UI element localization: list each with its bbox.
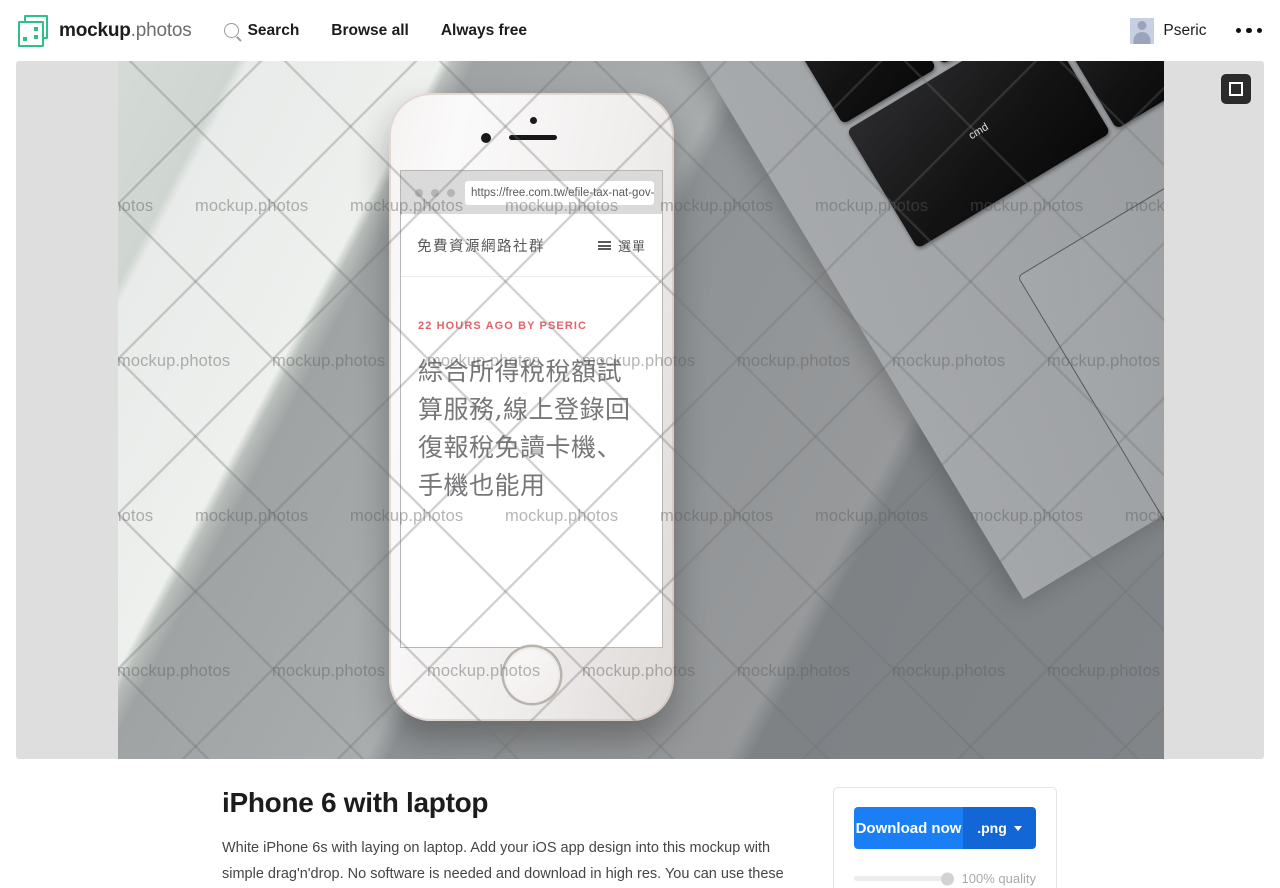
browser-url-bar: https://free.com.tw/efile-tax-nat-gov-tw bbox=[401, 171, 662, 214]
site-header: mockup.photos Search Browse all Always f… bbox=[0, 0, 1280, 61]
mockup-details: iPhone 6 with laptop White iPhone 6s wit… bbox=[0, 759, 1280, 888]
site-menu-label: 選單 bbox=[617, 239, 646, 255]
front-camera-icon bbox=[481, 133, 491, 143]
mockup-info: iPhone 6 with laptop White iPhone 6s wit… bbox=[222, 787, 822, 888]
proximity-sensor-icon bbox=[530, 117, 537, 124]
nav-browse-all[interactable]: Browse all bbox=[315, 22, 425, 40]
site-menu-button: 選單 bbox=[597, 236, 646, 255]
primary-nav: Search Browse all Always free bbox=[216, 22, 543, 40]
brand-name-light: .photos bbox=[130, 19, 192, 41]
download-button-group: Download now .png bbox=[854, 807, 1036, 849]
brand-name-bold: mockup bbox=[59, 19, 131, 41]
chevron-down-icon bbox=[1013, 825, 1022, 831]
ellipsis-dot-3 bbox=[1256, 27, 1262, 34]
nav-search[interactable]: Search bbox=[216, 22, 316, 40]
iphone-home-button bbox=[503, 647, 560, 703]
page-title: iPhone 6 with laptop bbox=[222, 787, 489, 818]
more-options-button[interactable] bbox=[1234, 20, 1265, 42]
mockup-preview-image[interactable]: fn ⇧ ~ A S D F ctrl alt Z X C V B cmd ⌘ bbox=[118, 61, 1164, 759]
user-menu[interactable]: Pseric bbox=[1130, 17, 1207, 44]
mockup-logo-icon bbox=[18, 14, 50, 47]
fullscreen-icon[interactable] bbox=[1221, 74, 1251, 104]
quality-control: 100% quality bbox=[854, 871, 1036, 886]
site-title: 免費資源網路社群 bbox=[417, 238, 545, 255]
preview-stage: fn ⇧ ~ A S D F ctrl alt Z X C V B cmd ⌘ bbox=[16, 61, 1264, 759]
article-headline: 綜合所得稅稅額試算服務,線上登錄回復報稅免讀卡機、手機也能用 bbox=[418, 357, 631, 500]
search-icon bbox=[223, 23, 239, 38]
download-now-button[interactable]: Download now bbox=[854, 807, 963, 849]
window-dot-1 bbox=[415, 188, 423, 197]
mockup-description: White iPhone 6s with laying on laptop. A… bbox=[222, 840, 784, 882]
brand-wordmark: mockup.photos bbox=[59, 20, 192, 42]
iphone-device: https://free.com.tw/efile-tax-nat-gov-tw… bbox=[389, 93, 674, 721]
brand-logo[interactable]: mockup.photos bbox=[18, 14, 192, 47]
format-label: .png bbox=[977, 820, 1007, 836]
download-panel: Download now .png 100% quality bbox=[833, 787, 1057, 888]
ellipsis-dot-1 bbox=[1235, 27, 1241, 34]
header-right-group: Pseric bbox=[1130, 17, 1265, 44]
site-header-bar: 免費資源網路社群 選單 bbox=[401, 214, 662, 277]
iphone-top-bezel bbox=[389, 93, 674, 163]
quality-label: 100% quality bbox=[961, 871, 1036, 886]
ellipsis-dot-2 bbox=[1246, 27, 1252, 34]
quality-slider[interactable] bbox=[854, 872, 954, 885]
window-dot-3 bbox=[447, 188, 455, 197]
article-meta: 22 HOURS AGO BY PSERIC bbox=[418, 320, 588, 332]
hamburger-icon bbox=[597, 240, 611, 250]
earpiece-speaker bbox=[509, 135, 557, 140]
avatar bbox=[1130, 17, 1155, 44]
iphone-screen: https://free.com.tw/efile-tax-nat-gov-tw… bbox=[400, 170, 663, 648]
fullscreen-corner-bl bbox=[1229, 90, 1235, 96]
user-name: Pseric bbox=[1163, 21, 1207, 39]
browser-window-dots bbox=[415, 188, 455, 197]
nav-always-free[interactable]: Always free bbox=[425, 22, 543, 40]
quality-slider-handle[interactable] bbox=[940, 872, 954, 885]
window-dot-2 bbox=[431, 188, 439, 197]
format-dropdown[interactable]: .png bbox=[963, 807, 1036, 849]
url-text: https://free.com.tw/efile-tax-nat-gov-tw bbox=[465, 180, 654, 205]
fullscreen-corner-tr bbox=[1237, 82, 1243, 88]
article-content: 22 HOURS AGO BY PSERIC 綜合所得稅稅額試算服務,線上登錄回… bbox=[401, 277, 662, 505]
preview-stage-wrapper: fn ⇧ ~ A S D F ctrl alt Z X C V B cmd ⌘ bbox=[0, 61, 1280, 759]
nav-search-label: Search bbox=[247, 21, 300, 39]
